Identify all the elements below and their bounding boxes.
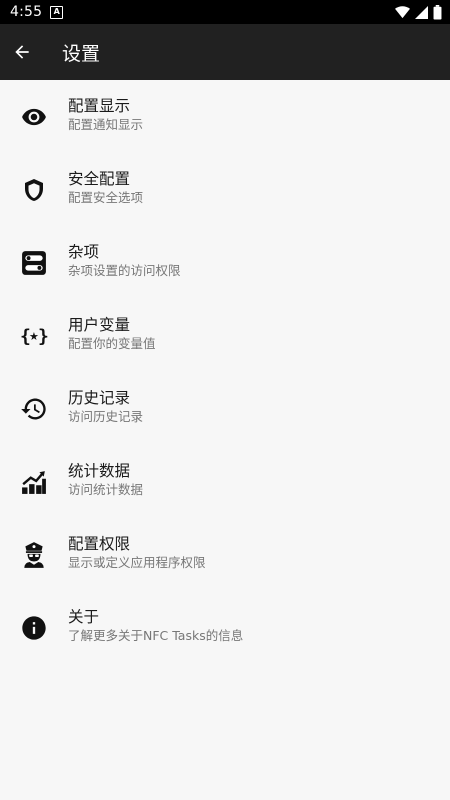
item-subtitle: 访问统计数据 [68,482,144,497]
history-icon [20,395,48,423]
notification-icon: A [50,5,64,19]
item-subtitle: 显示或定义应用程序权限 [68,555,206,570]
item-subtitle: 访问历史记录 [68,409,144,424]
list-item-statistics[interactable]: 统计数据 访问统计数据 [0,445,450,518]
eye-icon [20,103,48,131]
wifi-icon [395,5,410,18]
list-item-display-config[interactable]: 配置显示 配置通知显示 [0,80,450,153]
list-item-about[interactable]: 关于 了解更多关于NFC Tasks的信息 [0,591,450,664]
item-subtitle: 了解更多关于NFC Tasks的信息 [68,628,244,643]
item-title: 配置权限 [68,535,131,553]
item-title: 配置显示 [68,97,131,115]
list-item-misc[interactable]: 杂项 杂项设置的访问权限 [0,226,450,299]
status-bar: 4:55 A [0,0,450,24]
status-icons [395,4,442,20]
battery-icon [433,4,442,20]
item-subtitle: 配置安全选项 [68,190,144,205]
list-item-security-config[interactable]: 安全配置 配置安全选项 [0,153,450,226]
item-subtitle: 杂项设置的访问权限 [68,263,181,278]
police-officer-icon [20,541,48,569]
app-bar: 设置 [0,24,450,80]
info-icon [20,614,48,642]
toggle-switches-icon [20,249,48,277]
list-item-permissions[interactable]: 配置权限 显示或定义应用程序权限 [0,518,450,591]
variable-braces-icon: { ★ } [20,322,48,350]
item-title: 关于 [68,608,100,626]
svg-text:}: } [38,326,48,347]
item-subtitle: 配置你的变量值 [68,336,156,351]
item-title: 历史记录 [68,389,131,407]
list-item-history[interactable]: 历史记录 访问历史记录 [0,372,450,445]
status-time: 4:55 [10,4,43,20]
arrow-back-icon [15,45,29,59]
item-title: 用户变量 [68,316,131,334]
page-title: 设置 [62,42,101,65]
list-item-user-variables[interactable]: { ★ } 用户变量 配置你的变量值 [0,299,450,372]
item-title: 安全配置 [68,170,131,188]
item-subtitle: 配置通知显示 [68,117,144,132]
chart-icon [20,468,48,496]
item-title: 杂项 [68,243,100,261]
back-button[interactable] [0,24,50,80]
shield-icon [20,176,48,204]
item-title: 统计数据 [68,462,131,480]
cell-signal-icon [415,5,428,19]
